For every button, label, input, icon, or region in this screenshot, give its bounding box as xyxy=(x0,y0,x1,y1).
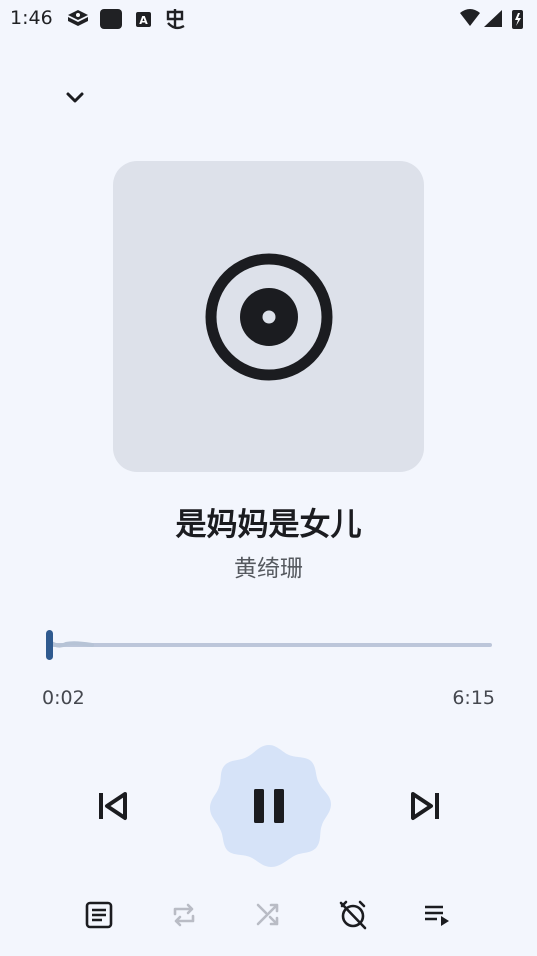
shuffle-icon xyxy=(256,903,279,926)
lyrics-icon xyxy=(85,901,113,929)
wifi-icon xyxy=(460,9,480,26)
shuffle-button[interactable] xyxy=(248,895,288,935)
notification-a-icon: A xyxy=(136,12,151,27)
alarm-off-icon xyxy=(339,900,367,930)
disc-icon xyxy=(205,253,332,380)
skip-next-icon xyxy=(411,792,439,820)
notification-square-icon xyxy=(100,9,122,29)
lyrics-button[interactable] xyxy=(79,895,119,935)
status-system-icons xyxy=(459,7,529,31)
artist-name[interactable]: 黄绮珊 xyxy=(0,549,537,583)
seekbar[interactable] xyxy=(44,628,494,662)
collapse-player-button[interactable] xyxy=(55,80,95,116)
play-pause-button[interactable] xyxy=(202,739,336,873)
next-button[interactable] xyxy=(400,780,452,832)
chevron-down-icon xyxy=(66,92,84,103)
status-notification-icons: A xyxy=(66,7,196,31)
battery-charging-icon xyxy=(512,10,523,29)
album-art xyxy=(113,161,424,472)
sleep-timer-button[interactable] xyxy=(333,895,373,935)
previous-button[interactable] xyxy=(86,780,138,832)
elapsed-time: 0:02 xyxy=(42,687,85,709)
skip-previous-icon xyxy=(99,792,127,820)
status-time: 1:46 xyxy=(10,7,53,29)
queue-icon xyxy=(425,905,449,926)
seekbar-progress xyxy=(48,640,94,648)
pause-icon xyxy=(254,789,284,823)
seekbar-thumb[interactable] xyxy=(46,630,53,660)
total-duration: 6:15 xyxy=(452,687,495,709)
repeat-button[interactable] xyxy=(164,895,204,935)
notification-bug-icon xyxy=(166,9,185,30)
svg-text:A: A xyxy=(139,14,148,27)
song-title: 是妈妈是女儿 xyxy=(175,507,362,543)
status-bar: 1:46 A xyxy=(0,0,537,36)
queue-button[interactable] xyxy=(417,895,457,935)
repeat-icon xyxy=(173,903,195,927)
signal-icon xyxy=(484,10,502,27)
notification-app-icon xyxy=(68,10,88,26)
